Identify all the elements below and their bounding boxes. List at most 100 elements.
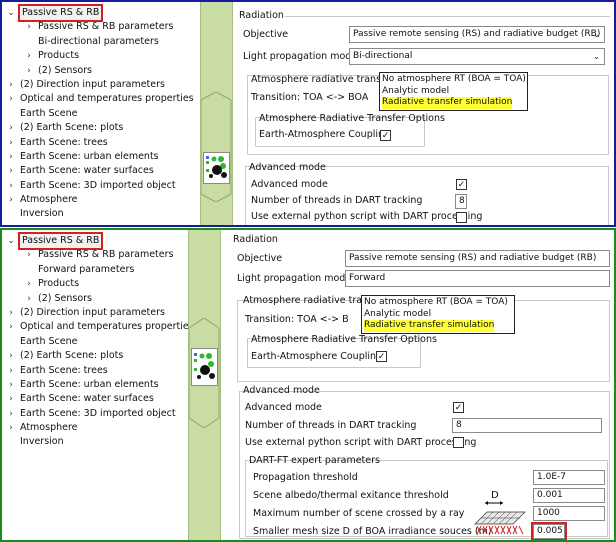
chevron-right-icon[interactable]: › <box>24 20 34 34</box>
threads-input[interactable]: 8 <box>452 418 602 433</box>
chevron-right-icon[interactable]: › <box>6 407 16 421</box>
tree-item-label: Earth Scene: 3D imported object <box>20 179 176 191</box>
mesh-size-input[interactable]: 0.005 <box>531 522 567 540</box>
panel-splitter[interactable] <box>188 230 221 540</box>
tree-item[interactable]: › Earth Scene: trees <box>2 136 198 150</box>
tree-item[interactable]: › Earth Scene: 3D imported object <box>2 407 198 421</box>
tree-item[interactable]: › Earth Scene: water surfaces <box>2 392 198 406</box>
tree-item[interactable]: ⌄ Passive RS & RB <box>2 3 198 23</box>
coupling-checkbox[interactable]: ✓ <box>376 351 387 362</box>
chevron-right-icon[interactable]: › <box>6 320 16 334</box>
dropdown-option[interactable]: Analytic model <box>382 86 525 98</box>
tree-item[interactable]: Earth Scene <box>2 335 198 349</box>
tree-item[interactable]: › Earth Scene: urban elements <box>2 150 198 164</box>
tree-item[interactable]: › (2) Earth Scene: plots <box>2 349 198 363</box>
tree-item[interactable]: ⌄ Passive RS & RB <box>2 231 198 251</box>
coupling-checkbox[interactable]: ✓ <box>380 130 391 141</box>
dropdown-option[interactable]: No atmosphere RT (BOA = TOA) <box>382 74 526 86</box>
python-script-checkbox[interactable] <box>456 212 467 223</box>
tree-item[interactable]: Inversion <box>2 435 198 449</box>
chevron-down-icon[interactable]: ⌄ <box>6 234 16 248</box>
chevron-down-icon: ⌄ <box>593 30 600 39</box>
tree-item[interactable]: › (2) Sensors <box>2 64 198 78</box>
tree-item-label: Optical and temperatures properties <box>20 321 194 333</box>
tree-item[interactable]: › Earth Scene: trees <box>2 364 198 378</box>
chevron-right-icon[interactable]: › <box>6 306 16 320</box>
section-title: Radiation <box>233 234 278 245</box>
chevron-right-icon[interactable]: › <box>6 179 16 193</box>
objective-select[interactable]: Passive remote sensing (RS) and radiativ… <box>349 26 605 43</box>
objective-value: Passive remote sensing (RS) and radiativ… <box>353 29 601 39</box>
tree-item[interactable]: › Products <box>2 49 198 63</box>
light-mode-value: Bi-directional <box>353 51 413 61</box>
tree-item-label: Optical and temperatures properties <box>20 93 194 105</box>
threads-input[interactable]: 8 <box>455 194 467 209</box>
dropdown-option-selected[interactable]: Radiative transfer simulation <box>382 97 513 109</box>
chevron-right-icon[interactable]: › <box>6 78 16 92</box>
dropdown-option[interactable]: No atmosphere RT (BOA = TOA) <box>364 297 512 309</box>
tree-item[interactable]: › Passive RS & RB parameters <box>2 20 198 34</box>
chevron-down-icon: ⌄ <box>593 52 600 61</box>
chevron-right-icon[interactable]: › <box>24 277 34 291</box>
atmosphere-rt-dropdown-list[interactable]: No atmosphere RT (BOA = TOA) Analytic mo… <box>361 295 515 334</box>
chevron-right-icon[interactable]: › <box>6 136 16 150</box>
max-scene-crossed-label: Maximum number of scene crossed by a ray <box>253 508 465 519</box>
tree-item-label: Forward parameters <box>38 263 135 275</box>
tree-item[interactable]: › Optical and temperatures properties <box>2 320 198 334</box>
tree-item[interactable]: Bi-directional parameters <box>2 35 198 49</box>
tree-item[interactable]: › Optical and temperatures properties <box>2 92 198 106</box>
light-mode-select[interactable]: Bi-directional ⌄ <box>349 48 605 65</box>
chevron-right-icon[interactable]: › <box>6 92 16 106</box>
chevron-right-icon[interactable]: › <box>6 150 16 164</box>
navigation-tree: ⌄ Passive RS & RB › Passive RS & RB paramet… <box>2 230 198 540</box>
tree-item[interactable]: › Earth Scene: urban elements <box>2 378 198 392</box>
tree-item[interactable]: › (2) Direction input parameters <box>2 78 198 92</box>
max-scene-crossed-input[interactable]: 1000 <box>533 506 605 521</box>
tree-item[interactable]: Earth Scene <box>2 107 198 121</box>
dart-ft-title: DART-FT expert parameters <box>249 455 380 466</box>
atmosphere-rt-dropdown-list[interactable]: No atmosphere RT (BOA = TOA) Analytic mo… <box>379 72 528 111</box>
tree-item-label: (2) Direction input parameters <box>20 306 165 318</box>
chevron-right-icon[interactable]: › <box>6 349 16 363</box>
albedo-threshold-input[interactable]: 0.001 <box>533 488 605 503</box>
chevron-right-icon[interactable]: › <box>6 121 16 135</box>
tree-item-label: Passive RS & RB parameters <box>38 21 174 33</box>
chevron-down-icon[interactable]: ⌄ <box>6 6 16 20</box>
advanced-mode-checkbox[interactable]: ✓ <box>456 179 467 190</box>
chevron-right-icon[interactable]: › <box>6 193 16 207</box>
tree-item-label: Passive RS & RB parameters <box>38 249 174 261</box>
chevron-right-icon[interactable]: › <box>6 378 16 392</box>
tree-item[interactable]: › Products <box>2 277 198 291</box>
chevron-right-icon[interactable]: › <box>6 364 16 378</box>
transition-label: Transition: TOA <-> B <box>245 314 349 325</box>
splitter-diamond <box>200 91 232 203</box>
chevron-right-icon[interactable]: › <box>6 392 16 406</box>
propagation-threshold-label: Propagation threshold <box>253 472 358 483</box>
tree-item-label: Passive RS & RB <box>17 231 104 251</box>
chevron-right-icon[interactable]: › <box>6 164 16 178</box>
propagation-threshold-input[interactable]: 1.0E-7 <box>533 470 605 485</box>
tree-item[interactable]: › Atmosphere <box>2 193 198 207</box>
chevron-right-icon[interactable]: › <box>24 49 34 63</box>
tree-item[interactable]: Forward parameters <box>2 263 198 277</box>
light-mode-select[interactable]: Forward <box>345 270 610 287</box>
tree-item[interactable]: › (2) Direction input parameters <box>2 306 198 320</box>
python-script-checkbox[interactable] <box>453 437 464 448</box>
tree-item[interactable]: › (2) Sensors <box>2 292 198 306</box>
tree-item[interactable]: › Passive RS & RB parameters <box>2 248 198 262</box>
dropdown-option-selected[interactable]: Radiative transfer simulation <box>364 320 495 332</box>
chevron-right-icon[interactable]: › <box>6 421 16 435</box>
chevron-right-icon[interactable]: › <box>24 248 34 262</box>
dropdown-option[interactable]: Analytic model <box>364 309 512 321</box>
chevron-right-icon[interactable]: › <box>24 64 34 78</box>
tree-item[interactable]: › Atmosphere <box>2 421 198 435</box>
tree-item[interactable]: › (2) Earth Scene: plots <box>2 121 198 135</box>
tree-item[interactable]: › Earth Scene: 3D imported object <box>2 179 198 193</box>
advanced-mode-checkbox[interactable]: ✓ <box>453 402 464 413</box>
objective-select[interactable]: Passive remote sensing (RS) and radiativ… <box>345 250 610 267</box>
tree-item[interactable]: › Earth Scene: water surfaces <box>2 164 198 178</box>
atmosphere-rt-title: Atmosphere radiative transfer <box>251 74 395 85</box>
tree-item[interactable]: Inversion <box>2 207 198 221</box>
chevron-right-icon[interactable]: › <box>24 292 34 306</box>
panel-splitter[interactable] <box>200 2 233 225</box>
